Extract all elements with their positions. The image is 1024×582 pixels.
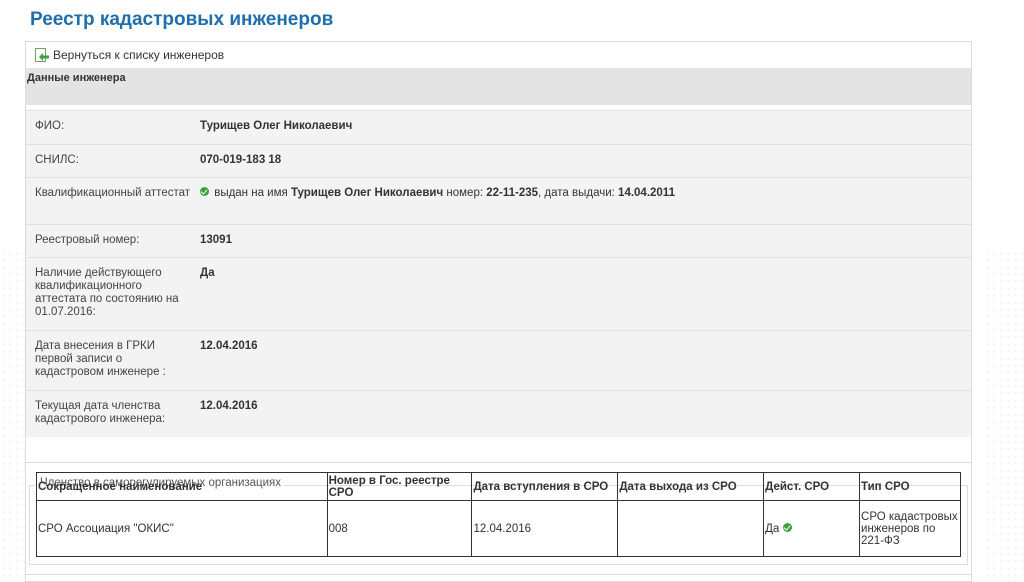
grki-date-label: Дата внесения в ГРКИ первой записи о кад… — [35, 340, 166, 378]
valid-certificate-value: Да — [200, 267, 215, 279]
check-circle-icon — [782, 522, 792, 532]
membership-date-label: Текущая дата членства кадастрового инжен… — [35, 400, 166, 425]
registry-number-label: Реестровый номер: — [35, 234, 140, 246]
certificate-prefix: выдан на имя — [214, 187, 288, 199]
membership-table-header: Сокращенное наименование Номер в Гос. ре… — [36, 472, 961, 501]
table-row: СРО Ассоциация "ОКИС" 008 12.04.2016 Да … — [36, 500, 961, 557]
row-grki-date: Дата внесения в ГРКИ первой записи о кад… — [26, 330, 971, 390]
certificate-date: 14.04.2011 — [618, 187, 675, 199]
snils-value: 070-019-183 18 — [200, 154, 282, 166]
section-header: Данные инженера — [26, 68, 971, 105]
back-arrow-document-icon — [34, 47, 49, 63]
snils-label: СНИЛС: — [35, 154, 79, 166]
certificate-name: Турищев Олег Николаевич — [290, 187, 444, 199]
row-registry-number: Реестровый номер: 13091 — [26, 224, 971, 257]
certificate-date-label: , дата выдачи: — [538, 187, 615, 199]
certificate-label: Квалификационный аттестат — [35, 187, 191, 199]
engineer-details: ФИО: Турищев Олег Николаевич СНИЛС: 070-… — [26, 110, 971, 437]
certificate-value: выдан на имя Турищев Олег Николаевич ном… — [200, 187, 675, 200]
back-link-label: Вернуться к списку инженеров — [53, 48, 225, 62]
back-to-list-link[interactable]: Вернуться к списку инженеров — [34, 47, 224, 63]
column-header: Сокращенное наименование — [36, 472, 328, 501]
background-pattern-right — [984, 250, 1024, 582]
sro-type-cell: СРО кадастровых инженеров по 221-ФЗ — [859, 500, 961, 557]
check-circle-icon — [200, 187, 209, 196]
column-header: Номер в Гос. реестре СРО — [326, 472, 473, 501]
grki-date-value: 12.04.2016 — [200, 340, 258, 352]
page-title: Реестр кадастровых инженеров — [30, 9, 334, 30]
certificate-number: 22-11-235 — [486, 187, 539, 199]
membership-table: Сокращенное наименование Номер в Гос. ре… — [36, 472, 961, 557]
active-value: Да — [765, 522, 780, 535]
certificate-number-label: номер: — [446, 187, 484, 199]
exit-date-cell — [617, 500, 765, 557]
row-membership-date: Текущая дата членства кадастрового инжен… — [26, 390, 971, 437]
registry-number-value: 13091 — [200, 234, 232, 246]
active-cell: Да — [763, 500, 861, 557]
column-header: Тип СРО — [859, 472, 961, 501]
fio-label: ФИО: — [35, 120, 65, 132]
engineer-panel: Вернуться к списку инженеров Данные инже… — [25, 41, 972, 582]
column-header: Дата вступления в СРО — [471, 472, 619, 501]
sro-number-cell: 008 — [326, 500, 473, 557]
row-snils: СНИЛС: 070-019-183 18 — [26, 144, 971, 177]
row-certificate: Квалификационный аттестат выдан на имя Т… — [26, 177, 971, 224]
bottom-divider — [26, 574, 971, 575]
join-date-cell: 12.04.2016 — [471, 500, 619, 557]
sro-name-cell: СРО Ассоциация "ОКИС" — [36, 500, 328, 557]
row-valid-certificate: Наличие действующего квалификационного а… — [26, 257, 971, 330]
row-fio: ФИО: Турищев Олег Николаевич — [26, 110, 971, 144]
fio-value: Турищев Олег Николаевич — [200, 120, 353, 132]
valid-certificate-label: Наличие действующего квалификационного а… — [35, 267, 179, 318]
membership-date-value: 12.04.2016 — [200, 400, 258, 412]
column-header: Дейст. СРО — [763, 472, 861, 501]
column-header: Дата выхода из СРО — [617, 472, 765, 501]
